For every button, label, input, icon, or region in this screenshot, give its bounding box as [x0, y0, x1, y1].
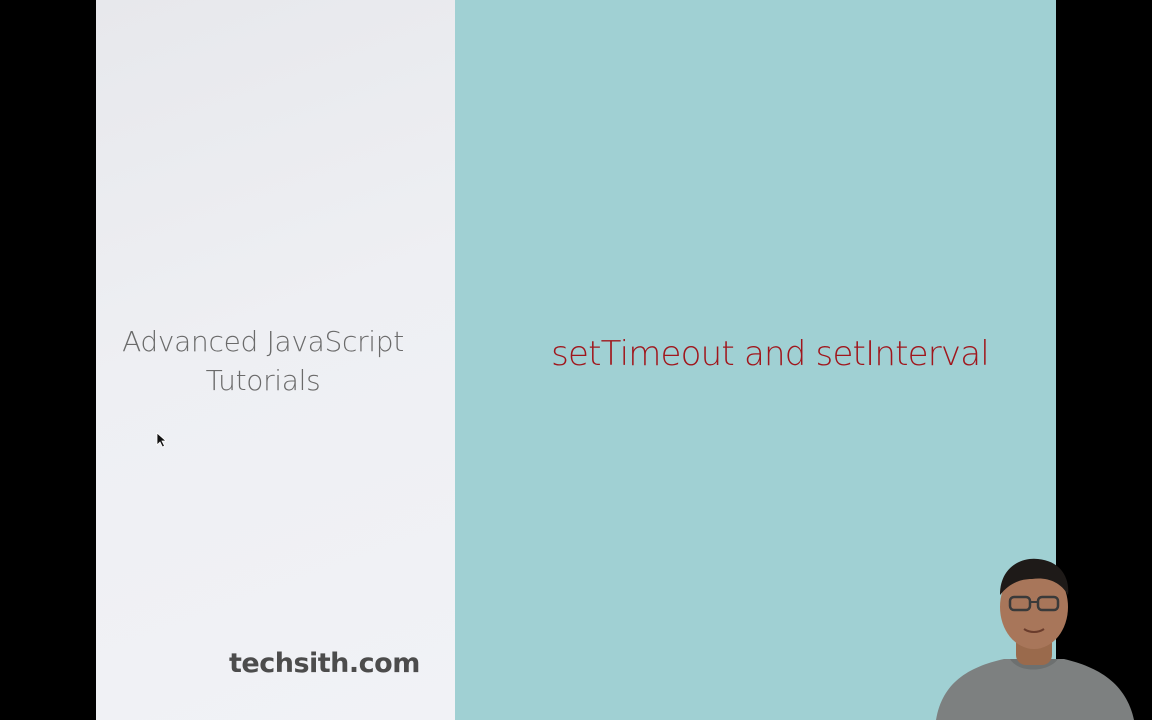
- series-title-line2: Tutorials: [205, 364, 321, 397]
- brand-watermark: techsith.com: [229, 648, 420, 679]
- lesson-title: setTimeout and setInterval: [551, 334, 990, 374]
- mouse-pointer-icon: [156, 432, 168, 448]
- video-frame: Advanced JavaScript Tutorials setTimeout…: [0, 0, 1152, 720]
- series-title-line1: Advanced JavaScript: [122, 325, 404, 358]
- presenter-video: [936, 558, 1134, 720]
- series-title: Advanced JavaScript Tutorials: [96, 322, 430, 400]
